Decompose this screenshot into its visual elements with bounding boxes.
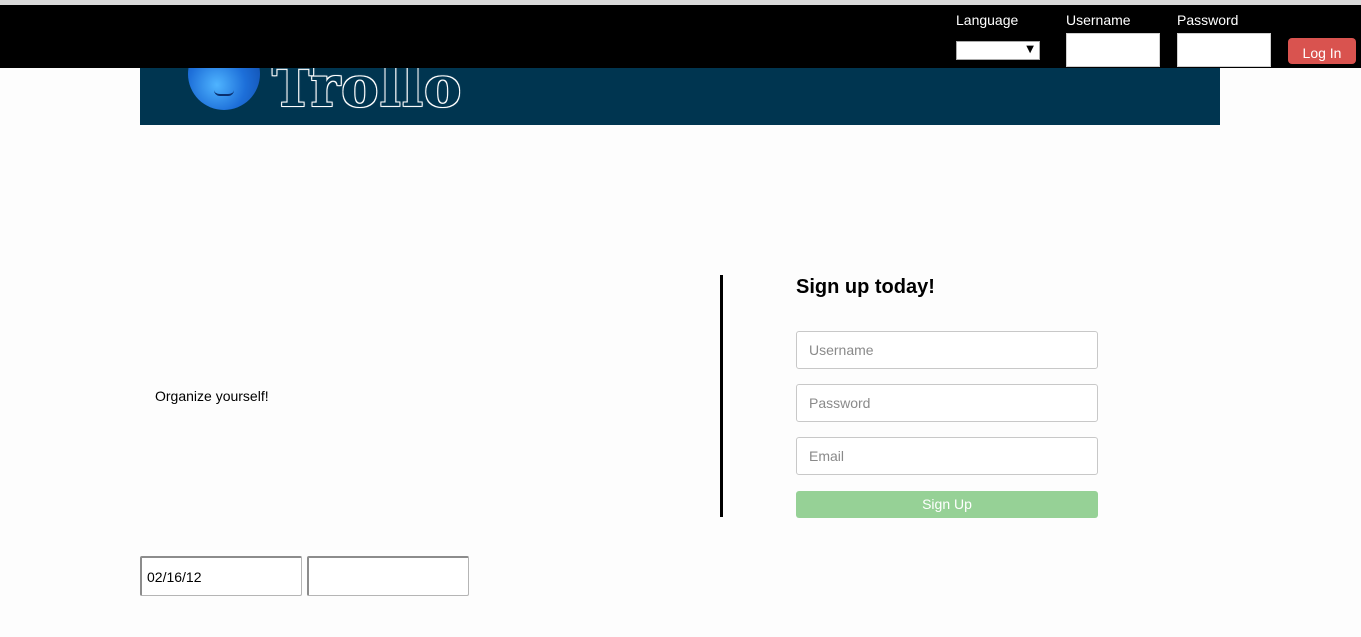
blue-troll-face-icon [188, 68, 260, 110]
start-date-input[interactable] [140, 556, 302, 596]
signup-heading: Sign up today! [796, 276, 935, 298]
signup-button[interactable]: Sign Up [796, 491, 1098, 518]
vertical-divider [720, 275, 723, 517]
end-date-input[interactable] [307, 556, 469, 596]
language-select[interactable]: ▼ [956, 41, 1040, 60]
login-button[interactable]: Log In [1288, 38, 1356, 64]
chevron-down-icon: ▼ [1026, 44, 1034, 55]
login-password-input[interactable] [1177, 33, 1271, 67]
login-username-input[interactable] [1066, 33, 1160, 67]
signup-username-input[interactable] [796, 331, 1098, 369]
username-label: Username [1066, 12, 1131, 28]
signup-password-input[interactable] [796, 384, 1098, 422]
top-navbar: Language Username Password ▼ Log In [0, 5, 1361, 68]
language-label: Language [956, 12, 1019, 28]
brand-logo-text: Trollo [272, 68, 463, 120]
signup-email-input[interactable] [796, 437, 1098, 475]
logo-mouth [214, 90, 234, 96]
tagline: Organize yourself! [155, 388, 269, 404]
password-label: Password [1177, 12, 1239, 28]
brand-banner: Trollo [140, 68, 1220, 125]
